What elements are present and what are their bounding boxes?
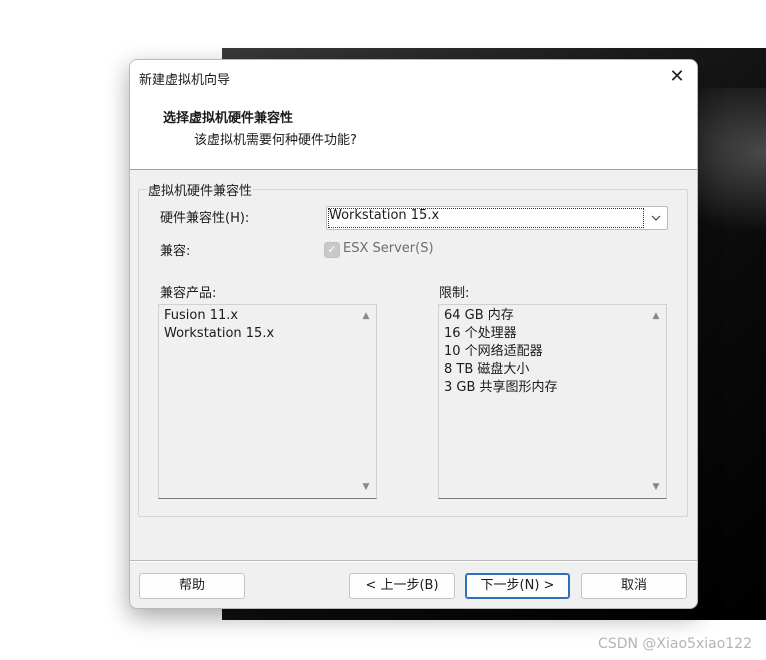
compat-label: 兼容:: [160, 244, 191, 259]
new-vm-wizard-dialog: 新建虚拟机向导 ✕ 选择虚拟机硬件兼容性 该虚拟机需要何种硬件功能? 虚拟机硬件…: [129, 59, 698, 609]
limits-list[interactable]: 64 GB 内存 16 个处理器 10 个网络适配器 8 TB 磁盘大小 3 G…: [438, 304, 667, 499]
list-item[interactable]: 8 TB 磁盘大小: [444, 361, 558, 379]
cancel-button[interactable]: 取消: [581, 573, 687, 599]
compatible-products-label: 兼容产品:: [160, 286, 217, 301]
scroll-up-arrow-icon[interactable]: ▲: [649, 309, 663, 323]
hardware-compat-label: 硬件兼容性(H):: [160, 211, 250, 226]
list-item[interactable]: Workstation 15.x: [164, 325, 274, 343]
next-button[interactable]: 下一步(N) >: [465, 573, 570, 599]
compatible-products-list[interactable]: Fusion 11.x Workstation 15.x ▲ ▼: [158, 304, 377, 499]
close-button[interactable]: ✕: [657, 60, 697, 94]
scroll-down-arrow-icon[interactable]: ▼: [649, 480, 663, 494]
list-item[interactable]: 3 GB 共享图形内存: [444, 379, 558, 397]
list-item[interactable]: 10 个网络适配器: [444, 343, 558, 361]
hardware-compat-select[interactable]: Workstation 15.x: [326, 206, 668, 230]
scroll-up-arrow-icon[interactable]: ▲: [359, 309, 373, 323]
close-icon: ✕: [669, 66, 685, 87]
list-item[interactable]: 16 个处理器: [444, 325, 558, 343]
groupbox-label: 虚拟机硬件兼容性: [147, 180, 254, 199]
title-bar: 新建虚拟机向导 ✕: [130, 60, 697, 94]
header-title: 选择虚拟机硬件兼容性: [163, 111, 294, 126]
footer-divider-highlight: [130, 561, 697, 562]
limits-items: 64 GB 内存 16 个处理器 10 个网络适配器 8 TB 磁盘大小 3 G…: [444, 307, 558, 397]
back-button[interactable]: < 上一步(B): [349, 573, 455, 599]
scroll-down-arrow-icon[interactable]: ▼: [359, 480, 373, 494]
header-subtitle: 该虚拟机需要何种硬件功能?: [194, 133, 357, 148]
esx-server-checkbox[interactable]: ✓: [324, 242, 340, 258]
chevron-down-icon[interactable]: [645, 207, 667, 229]
checkmark-icon: ✓: [327, 243, 337, 256]
products-items: Fusion 11.x Workstation 15.x: [164, 307, 274, 343]
watermark: CSDN @Xiao5xiao122: [598, 636, 752, 652]
limits-label: 限制:: [439, 286, 470, 301]
esx-server-label: ESX Server(S): [343, 241, 434, 256]
list-item[interactable]: Fusion 11.x: [164, 307, 274, 325]
hardware-compat-value: Workstation 15.x: [329, 208, 440, 223]
dialog-title: 新建虚拟机向导: [139, 73, 231, 88]
list-item[interactable]: 64 GB 内存: [444, 307, 558, 325]
help-button[interactable]: 帮助: [139, 573, 245, 599]
wizard-header: 选择虚拟机硬件兼容性 该虚拟机需要何种硬件功能?: [130, 94, 697, 170]
